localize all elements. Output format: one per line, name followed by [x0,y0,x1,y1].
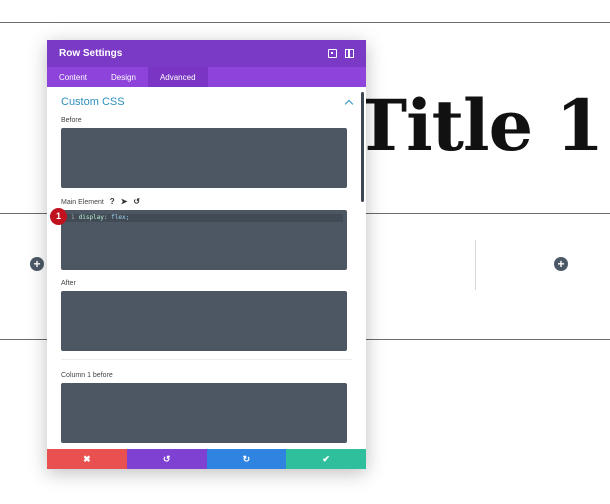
code-line: 1 display: flex; [61,214,343,222]
code-value: flex; [111,214,130,221]
before-css-editor[interactable] [61,128,347,188]
undo-button[interactable]: ↺ [126,449,207,469]
redo-button[interactable]: ↻ [206,449,287,469]
modal-footer: ✖ ↺ ↻ ✔ [47,449,366,469]
modal-body: Custom CSS Before Main Element ? ➤ ↺ 1 di… [47,87,366,451]
add-module-icon[interactable]: + [554,257,568,271]
pointer-icon[interactable]: ➤ [121,198,128,206]
main-element-css-editor[interactable]: 1 display: flex; [61,210,347,270]
column-divider [475,240,476,290]
tab-advanced[interactable]: Advanced [147,67,208,87]
after-css-editor[interactable] [61,291,347,351]
tab-design[interactable]: Design [99,67,148,87]
split-view-icon[interactable] [345,49,354,58]
chevron-up-icon[interactable] [344,99,354,108]
code-property: display: [78,214,108,221]
after-label: After [61,280,76,287]
line-number: 1 [71,214,75,221]
main-element-label: Main Element [61,198,104,206]
column-1-before-css-editor[interactable] [61,383,347,443]
close-icon: ✖ [83,453,91,464]
modal-tabs: Content Design Advanced [47,67,366,87]
modal-title: Row Settings [59,48,123,59]
row-settings-modal: Row Settings Content Design Advanced Cus… [47,40,366,469]
modal-header: Row Settings [47,40,366,67]
expand-icon[interactable] [328,49,337,58]
help-icon[interactable]: ? [110,198,115,206]
custom-css-toggle[interactable]: Custom CSS [47,87,366,108]
tab-content[interactable]: Content [47,67,99,87]
cancel-button[interactable]: ✖ [47,449,127,469]
before-label: Before [61,117,82,124]
redo-icon: ↻ [242,453,251,464]
save-button[interactable]: ✔ [286,449,366,469]
page-heading: Title 1 [355,84,604,167]
check-icon: ✔ [322,453,330,464]
page-canvas: Title 1 + + Row Settings Content Design … [0,0,610,504]
undo-icon: ↺ [162,453,171,464]
reset-icon[interactable]: ↺ [133,198,140,206]
header-icons [328,49,354,58]
section-divider [0,22,610,23]
main-element-label-row: Main Element ? ➤ ↺ [47,198,366,206]
column-1-before-label: Column 1 before [61,372,113,379]
step-badge: 1 [50,208,67,225]
scrollbar[interactable] [361,92,364,202]
section-title: Custom CSS [61,96,125,108]
add-module-icon[interactable]: + [30,257,44,271]
